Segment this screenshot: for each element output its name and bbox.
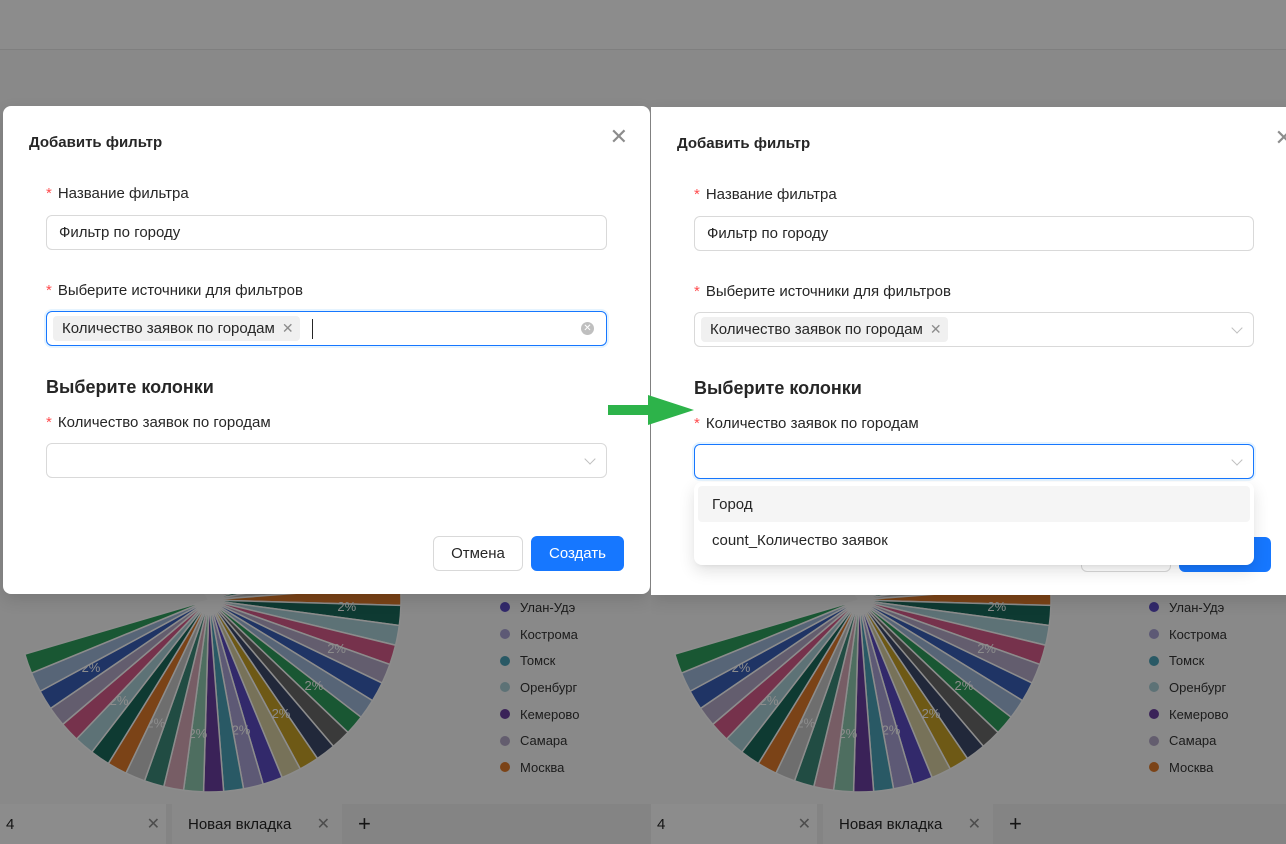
sources-select[interactable]: Количество заявок по городам ✕ ✕ — [46, 311, 607, 346]
add-filter-modal: Добавить фильтр ✕ * Название фильтра Филь… — [3, 106, 650, 594]
chevron-down-icon — [584, 453, 596, 465]
remove-tag-icon[interactable]: ✕ — [282, 320, 294, 337]
filter-name-input[interactable]: Фильтр по городу — [46, 215, 607, 250]
cancel-button[interactable]: Отмена — [433, 536, 523, 571]
columns-section-title: Выберите колонки — [694, 378, 862, 398]
dropdown-option-count[interactable]: count_Количество заявок — [698, 522, 1250, 558]
columns-section-title: Выберите колонки — [46, 377, 214, 397]
clear-icon[interactable]: ✕ — [581, 322, 594, 335]
panel-after: 3%2%2%2%2%2%2%2%2%2%2%2%2%2%2%2% Улан-Уд… — [651, 0, 1286, 844]
required-mark: * — [46, 282, 52, 299]
required-mark: * — [694, 186, 700, 203]
filter-name-label: * Название фильтра — [694, 186, 837, 203]
required-mark: * — [46, 185, 52, 202]
sources-label: * Выберите источники для фильтров — [46, 282, 303, 299]
text-cursor — [311, 318, 313, 339]
sources-select[interactable]: Количество заявок по городам ✕ — [694, 312, 1254, 347]
modal-title: Добавить фильтр — [29, 134, 163, 151]
create-button[interactable]: Создать — [531, 536, 624, 571]
required-mark: * — [694, 283, 700, 300]
column-field-label: * Количество заявок по городам — [46, 414, 271, 431]
add-filter-modal: Добавить фильтр ✕ * Название фильтра Филь… — [651, 107, 1286, 595]
chevron-down-icon — [1231, 322, 1243, 334]
chevron-down-icon — [1231, 454, 1243, 466]
filter-name-label: * Название фильтра — [46, 185, 189, 202]
source-tag: Количество заявок по городам ✕ — [53, 316, 300, 341]
required-mark: * — [46, 414, 52, 431]
source-tag: Количество заявок по городам ✕ — [701, 317, 948, 342]
close-icon[interactable]: ✕ — [1275, 127, 1286, 149]
sources-label: * Выберите источники для фильтров — [694, 283, 951, 300]
required-mark: * — [694, 415, 700, 432]
remove-tag-icon[interactable]: ✕ — [930, 321, 942, 338]
panel-before: 3%2%2%2%2%2%2%2%2%2%2%2%2%2%2%2% Улан-Уд… — [0, 0, 651, 844]
modal-title: Добавить фильтр — [677, 135, 811, 152]
column-field-label: * Количество заявок по городам — [694, 415, 919, 432]
close-icon[interactable]: ✕ — [610, 126, 628, 148]
transition-arrow-icon — [608, 395, 694, 425]
dropdown-option-city[interactable]: Город — [698, 486, 1250, 522]
filter-name-input[interactable]: Фильтр по городу — [694, 216, 1254, 251]
column-select[interactable] — [46, 443, 607, 478]
column-dropdown: Город count_Количество заявок — [694, 482, 1254, 565]
column-select[interactable] — [694, 444, 1254, 479]
